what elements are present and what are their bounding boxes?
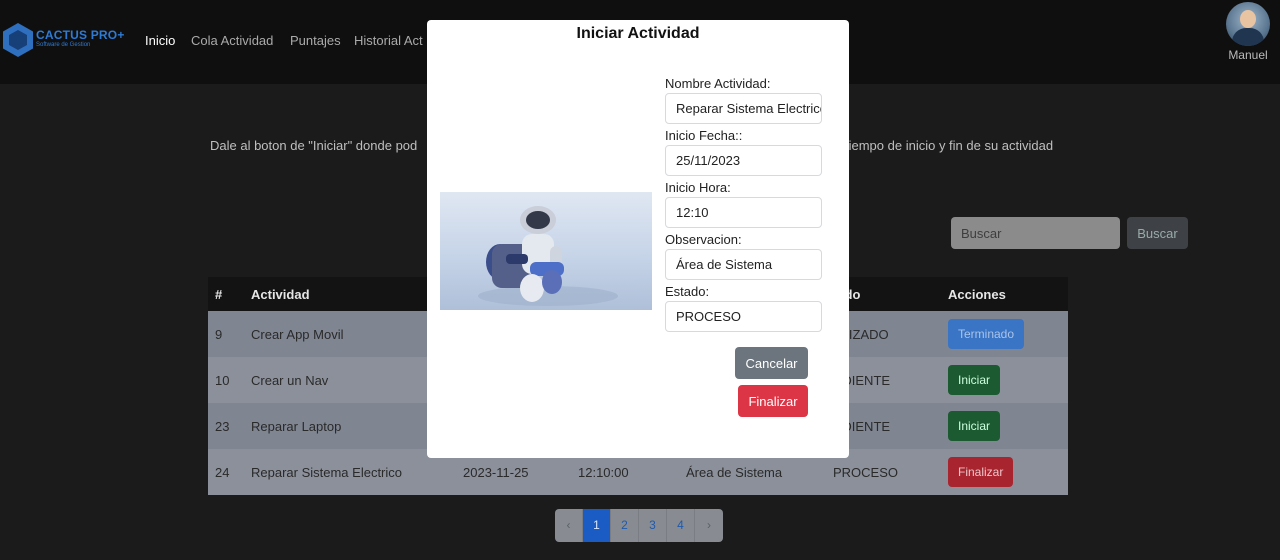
finalizar-button[interactable]: Finalizar [738, 385, 808, 417]
cell-acciones: Terminado [941, 311, 1068, 357]
inicio-fecha-field[interactable]: 25/11/2023 [665, 145, 822, 176]
column-header-actividad: Actividad [244, 277, 456, 311]
cell-id: 9 [208, 311, 244, 357]
cactus-logo-icon [3, 23, 33, 57]
cell-acciones: Iniciar [941, 403, 1068, 449]
observacion-label: Observacion: [665, 232, 742, 247]
cell-id: 23 [208, 403, 244, 449]
pagination: ‹ 1 2 3 4 › [555, 509, 723, 542]
inicio-fecha-label: Inicio Fecha:: [665, 128, 743, 143]
iniciar-button[interactable]: Iniciar [948, 411, 1001, 441]
estado-label: Estado: [665, 284, 710, 299]
inicio-hora-field[interactable]: 12:10 [665, 197, 822, 228]
cell-actividad: Reparar Laptop [244, 403, 456, 449]
pagination-page-4[interactable]: 4 [667, 509, 695, 542]
user-menu[interactable]: Manuel [1222, 2, 1274, 66]
search-input[interactable] [951, 217, 1120, 249]
cell-actividad: Crear App Movil [244, 311, 456, 357]
estado-field[interactable]: PROCESO [665, 301, 822, 332]
column-header-acciones: Acciones [941, 277, 1068, 311]
brand-logo[interactable]: CACTUS PRO+ Software de Gestion [2, 20, 132, 60]
intro-text-right: tiempo de inicio y fin de su actividad [845, 138, 1054, 153]
pagination-prev[interactable]: ‹ [555, 509, 583, 542]
inicio-hora-label: Inicio Hora: [665, 180, 731, 195]
avatar [1226, 2, 1270, 46]
cell-id: 10 [208, 357, 244, 403]
column-header-id: # [208, 277, 244, 311]
modal-title: Iniciar Actividad [576, 25, 700, 42]
nombre-actividad-field[interactable]: Reparar Sistema Electrico [665, 93, 822, 124]
robot-image [440, 192, 652, 310]
user-name: Manuel [1228, 48, 1268, 62]
cancel-button[interactable]: Cancelar [735, 347, 808, 379]
pagination-page-2[interactable]: 2 [611, 509, 639, 542]
search-button[interactable]: Buscar [1127, 217, 1188, 249]
nav-link-puntajes[interactable]: Puntajes [290, 33, 341, 48]
pagination-page-3[interactable]: 3 [639, 509, 667, 542]
brand-subtitle: Software de Gestion [36, 42, 91, 48]
cell-acciones: Iniciar [941, 357, 1068, 403]
iniciar-actividad-modal: Iniciar Actividad Nombre Actividad: Repa… [427, 20, 849, 458]
observacion-field[interactable]: Área de Sistema [665, 249, 822, 280]
nombre-actividad-label: Nombre Actividad: [665, 76, 771, 91]
finalizar-row-button[interactable]: Finalizar [948, 457, 1014, 487]
nav-link-cola-actividad[interactable]: Cola Actividad [191, 33, 273, 48]
robot-illustration-icon [478, 206, 618, 306]
cell-id: 24 [208, 449, 244, 495]
intro-text: Dale al boton de "Iniciar" donde pod [210, 138, 418, 153]
pagination-page-1[interactable]: 1 [583, 509, 611, 542]
brand-name: CACTUS PRO+ [36, 28, 125, 42]
terminado-button[interactable]: Terminado [948, 319, 1025, 349]
iniciar-button[interactable]: Iniciar [948, 365, 1001, 395]
pagination-next[interactable]: › [695, 509, 723, 542]
cell-acciones: Finalizar [941, 449, 1068, 495]
cell-actividad: Reparar Sistema Electrico [244, 449, 456, 495]
nav-link-historial[interactable]: Historial Act [354, 33, 423, 48]
nav-link-inicio[interactable]: Inicio [145, 33, 175, 48]
cell-actividad: Crear un Nav [244, 357, 456, 403]
